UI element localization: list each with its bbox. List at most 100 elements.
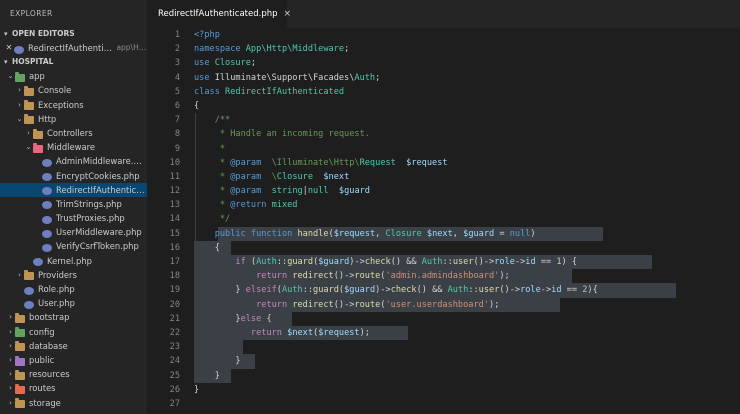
tree-folder[interactable]: ⌄ app [0,69,147,83]
code-token: Auth [256,257,277,267]
chevron-down-icon: ⌄ [16,114,23,123]
tree-folder[interactable]: › Providers [0,268,147,282]
code-token: elseif [245,285,277,296]
tree-folder[interactable]: › config [0,325,147,339]
code-token: @param [230,157,262,168]
tree-file[interactable]: User.php [0,296,147,310]
folder-icon [15,398,26,409]
code-token: mixed [266,200,298,211]
code-token: \ [261,171,277,182]
tree-item-label: AdminMiddleware.php [56,156,147,167]
code-token: handle [297,228,329,239]
code-token: } [194,384,200,395]
code-line: use Closure; [194,56,740,70]
tree-file[interactable]: AdminMiddleware.php [0,154,147,168]
code-token: guard [287,257,314,267]
code-token: * [194,157,231,168]
tree-folder[interactable]: › Console [0,83,147,97]
tree-file[interactable]: RedirectIfAuthenticated.php [0,182,147,197]
open-editor-filename: RedirectIfAuthenticated.php [28,43,113,53]
code-token: Auth [354,72,376,83]
chevron-right-icon: › [18,86,21,95]
code-editor[interactable]: 1 2 3 4 5 6 7 8 9 10 11 12 13 14 15 16 17 18 19 20 21 22 23 24 2… [147,28,740,414]
code-token: redirect [292,271,334,282]
tree-folder[interactable]: › routes [0,381,147,395]
code-line: return $next($request); [194,325,740,341]
code-token: == [535,257,557,267]
tree-folder[interactable]: › resources [0,367,147,381]
tree-file[interactable]: VerifyCsrfToken.php [0,239,147,253]
code-token: role [494,257,515,267]
tree-file[interactable]: UserMiddleware.php [0,225,147,239]
tree-folder[interactable]: › public [0,353,147,367]
code-token: id [525,257,536,267]
line-number: 11 [169,171,180,182]
tree-item-label: Kernel.php [47,255,92,266]
code-line [194,340,740,355]
tree-folder[interactable]: › bootstrap [0,310,147,324]
tree-folder[interactable]: › storage [0,396,147,410]
tree-file[interactable]: Kernel.php [0,254,147,268]
tree-folder[interactable]: ⌄ Middleware [0,140,147,154]
line-number: 15 [169,228,180,239]
tree-file[interactable]: Role.php [0,282,147,296]
code-line: } elseif(Auth::guard($guard)->check() &&… [194,283,740,298]
chevron-down-icon: ⌄ [7,72,14,81]
folder-icon [24,85,35,96]
folder-icon [15,369,26,380]
tree-file[interactable]: EncryptCookies.php [0,169,147,183]
tree-file[interactable]: TrustProxies.php [0,211,147,225]
tree-item-label: Providers [38,269,77,280]
line-number: 3 [174,58,180,69]
line-number: 10 [169,157,180,168]
tree-item-label: app [29,71,45,82]
code-token: $request [406,157,448,168]
code-token: 1 [556,257,562,267]
line-number: 22 [169,327,180,338]
code-token: Auth [447,285,469,296]
php-file-icon [42,242,53,253]
tree-item-label: UserMiddleware.php [56,227,142,238]
chevron-down-icon: ▾ [4,58,8,67]
code-token: \Illuminate\Http\ [261,157,360,168]
tree-folder[interactable]: › database [0,339,147,353]
code-token: redirect [292,299,334,310]
code-token: } [194,370,220,381]
close-icon[interactable]: ✕ [4,41,14,55]
code-token: :: [276,257,288,267]
tree-item-label: bootstrap [29,312,70,323]
tree-file[interactable]: TrimStrings.php [0,197,147,211]
code-token: * Handle an incoming request. [194,129,370,140]
tree-folder[interactable]: › Exceptions [0,98,147,112]
code-token: Request [359,157,396,168]
code-line: { [194,99,740,113]
close-icon[interactable]: × [284,9,292,19]
code-line: * @param \Closure $next [194,169,740,185]
code-token: $request [318,327,360,338]
code-token: function [250,228,298,239]
open-editor-item[interactable]: ✕ RedirectIfAuthenticated.php app\Http\.… [0,41,147,55]
folder-icon [15,327,26,338]
project-header[interactable]: ▾ HOSPITAL [0,55,147,69]
tree-folder[interactable]: › Controllers [0,126,147,140]
tree-folder[interactable]: ⌄ Http [0,112,147,126]
line-number: 13 [169,200,180,211]
explorer-title: EXPLORER [10,9,53,18]
code-line: namespace App\Http\Middleware; [194,42,740,56]
code-token: $guard [344,285,376,296]
code-token: ); [488,299,500,310]
line-number: 20 [169,299,180,310]
chevron-right-icon: › [9,370,12,379]
code-token: use [194,72,215,83]
line-number-gutter: 1 2 3 4 5 6 7 8 9 10 11 12 13 14 15 16 17 18 19 20 21 22 23 24 2… [147,28,180,411]
code-area[interactable]: <?php namespace App\Http\Middleware; use C… [194,28,740,411]
tab-redirect-if-authenticated[interactable]: RedirectIfAuthenticated.php × [147,0,291,28]
code-token: Closure [276,171,314,182]
php-file-icon [42,171,53,182]
open-editors-header[interactable]: ▾ OPEN EDITORS [0,27,147,41]
code-token: 'user.userdashboard' [385,299,489,310]
